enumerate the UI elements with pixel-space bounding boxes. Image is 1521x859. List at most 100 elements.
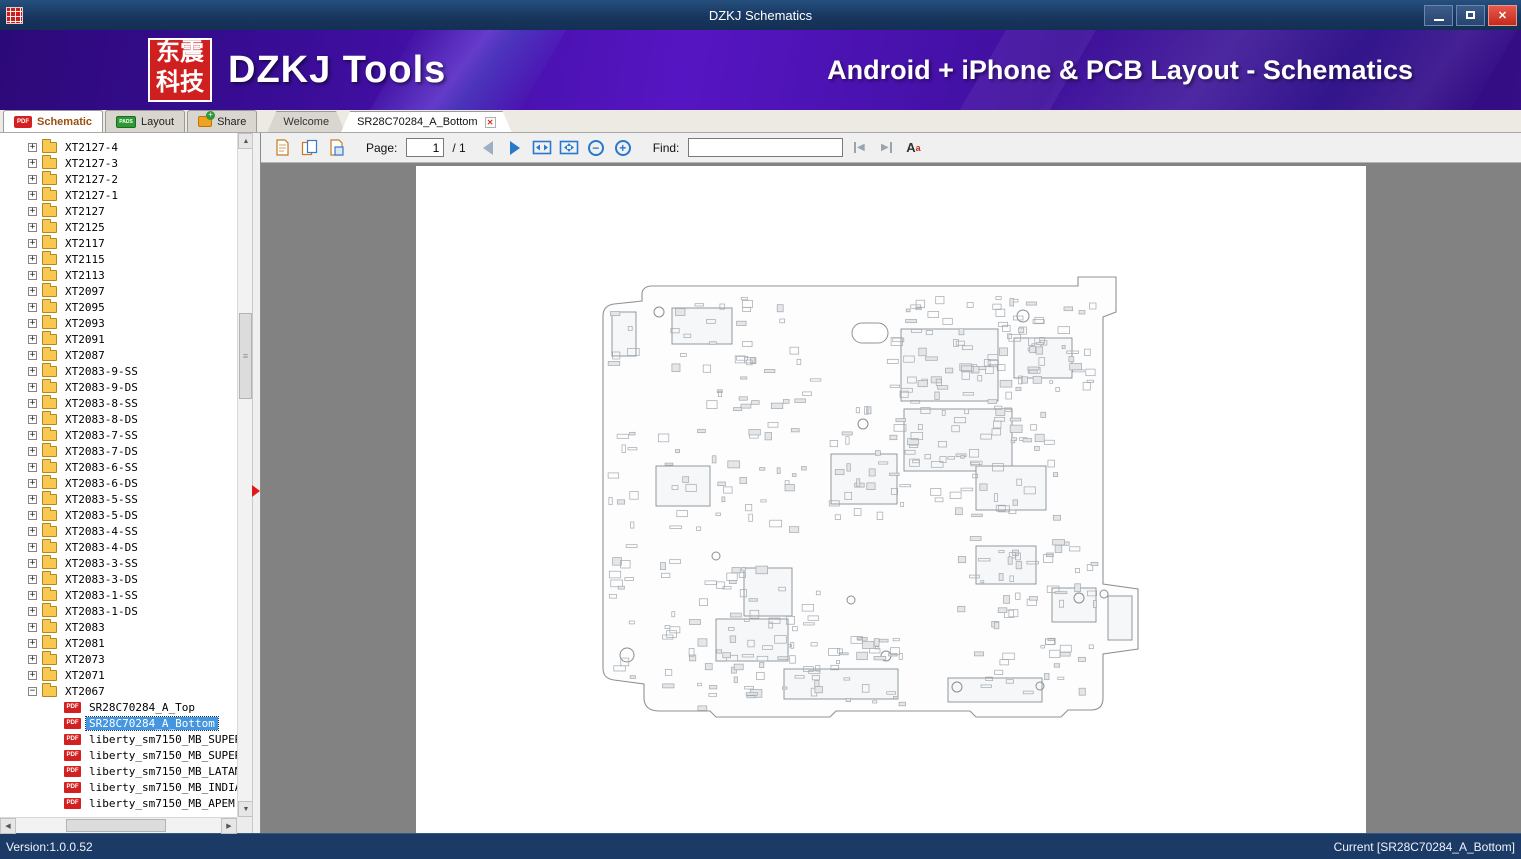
expand-icon[interactable]: + (28, 238, 37, 248)
expand-icon[interactable]: + (28, 606, 37, 616)
tree-folder-XT2127[interactable]: + XT2127 (0, 202, 237, 219)
tree-folder-XT2127-1[interactable]: + XT2127-1 (0, 186, 237, 203)
tree-folder-XT2125[interactable]: + XT2125 (0, 218, 237, 235)
tree-file-liberty_sm7150_MB_INDIA[interactable]: PDF liberty_sm7150_MB_INDIA (0, 779, 237, 795)
pdf-page[interactable] (416, 166, 1366, 833)
multi-page-icon[interactable] (325, 137, 347, 159)
tree-folder-XT2127-4[interactable]: + XT2127-4 (0, 139, 237, 155)
scroll-left-icon[interactable]: ◀ (0, 818, 16, 834)
expand-icon[interactable]: + (28, 622, 37, 632)
tree-folder-XT2083-4-DS[interactable]: + XT2083-4-DS (0, 538, 237, 555)
tree-folder-XT2083-3-DS[interactable]: + XT2083-3-DS (0, 570, 237, 587)
close-button[interactable] (1488, 4, 1517, 26)
tree-folder-XT2113[interactable]: + XT2113 (0, 266, 237, 283)
single-page-icon[interactable] (271, 137, 293, 159)
tree-file-liberty_sm7150_MB_SUPER[interactable]: PDF liberty_sm7150_MB_SUPER (0, 731, 237, 747)
tab-layout[interactable]: PADS Layout (105, 110, 186, 132)
expand-icon[interactable]: + (28, 430, 37, 440)
collapse-icon[interactable]: − (28, 686, 37, 696)
tree-file-liberty_sm7150_MB_APEM[interactable]: PDF liberty_sm7150_MB_APEM (0, 795, 237, 811)
next-page-icon[interactable] (504, 137, 526, 159)
expand-icon[interactable]: + (28, 334, 37, 344)
expand-icon[interactable]: + (28, 158, 37, 168)
expand-icon[interactable]: + (28, 398, 37, 408)
minimize-button[interactable] (1424, 4, 1453, 26)
fit-page-icon[interactable] (558, 137, 580, 159)
facing-pages-icon[interactable] (298, 137, 320, 159)
expand-icon[interactable]: + (28, 478, 37, 488)
panel-splitter[interactable] (252, 133, 260, 833)
tree-folder-XT2083-9-DS[interactable]: + XT2083-9-DS (0, 378, 237, 395)
tree-folder-XT2073[interactable]: + XT2073 (0, 650, 237, 667)
tree-folder-XT2091[interactable]: + XT2091 (0, 330, 237, 347)
tree-horizontal-scrollbar[interactable]: ◀ ▶ (0, 817, 237, 834)
tree-folder-XT2083-9-SS[interactable]: + XT2083-9-SS (0, 362, 237, 379)
expand-icon[interactable]: + (28, 286, 37, 296)
expand-icon[interactable]: + (28, 654, 37, 664)
tree-folder-XT2115[interactable]: + XT2115 (0, 250, 237, 267)
expand-icon[interactable]: + (28, 206, 37, 216)
find-previous-icon[interactable]: ◀ (848, 137, 870, 159)
expand-icon[interactable]: + (28, 366, 37, 376)
tree-folder-XT2083-8-SS[interactable]: + XT2083-8-SS (0, 394, 237, 411)
expand-icon[interactable]: + (28, 270, 37, 280)
expand-icon[interactable]: + (28, 254, 37, 264)
expand-icon[interactable]: + (28, 494, 37, 504)
expand-icon[interactable]: + (28, 174, 37, 184)
tree-folder-XT2127-3[interactable]: + XT2127-3 (0, 154, 237, 171)
expand-icon[interactable]: + (28, 462, 37, 472)
tree-folder-XT2095[interactable]: + XT2095 (0, 298, 237, 315)
tree-folder-XT2097[interactable]: + XT2097 (0, 282, 237, 299)
tree-folder-XT2071[interactable]: + XT2071 (0, 666, 237, 683)
expand-icon[interactable]: + (28, 558, 37, 568)
expand-icon[interactable]: + (28, 590, 37, 600)
expand-icon[interactable]: + (28, 414, 37, 424)
tree-file-liberty_sm7150_MB_SUPER B[interactable]: PDF liberty_sm7150_MB_SUPER B (0, 747, 237, 763)
tab-share[interactable]: Share (187, 110, 258, 132)
tree-folder-XT2083[interactable]: + XT2083 (0, 618, 237, 635)
maximize-button[interactable] (1456, 4, 1485, 26)
tab-schematic[interactable]: PDF Schematic (3, 110, 104, 132)
expand-icon[interactable]: + (28, 222, 37, 232)
tree-file-SR28C70284_A_Bottom[interactable]: PDF SR28C70284_A_Bottom (0, 715, 237, 731)
tree-vscroll-thumb[interactable]: ≡ (239, 313, 252, 399)
tree-folder-XT2083-4-SS[interactable]: + XT2083-4-SS (0, 522, 237, 539)
tree-folder-XT2083-5-DS[interactable]: + XT2083-5-DS (0, 506, 237, 523)
find-next-icon[interactable]: ▶ (875, 137, 897, 159)
expand-icon[interactable]: + (28, 526, 37, 536)
tree-folder-XT2083-5-SS[interactable]: + XT2083-5-SS (0, 490, 237, 507)
tree-folder-XT2083-8-DS[interactable]: + XT2083-8-DS (0, 410, 237, 427)
expand-icon[interactable]: + (28, 542, 37, 552)
tree-hscroll-thumb[interactable] (66, 819, 166, 832)
tree-folder-XT2087[interactable]: + XT2087 (0, 346, 237, 363)
doc-tab-current[interactable]: SR28C70284_A_Bottom (341, 111, 511, 132)
tree-folder-XT2081[interactable]: + XT2081 (0, 634, 237, 651)
find-input[interactable] (688, 138, 844, 157)
match-case-icon[interactable] (902, 137, 924, 159)
expand-icon[interactable]: + (28, 318, 37, 328)
tree-file-liberty_sm7150_MB_LATAM[interactable]: PDF liberty_sm7150_MB_LATAM (0, 763, 237, 779)
zoom-in-icon[interactable]: + (612, 137, 634, 159)
tree-folder-XT2083-6-DS[interactable]: + XT2083-6-DS (0, 474, 237, 491)
zoom-out-icon[interactable]: − (585, 137, 607, 159)
fit-width-icon[interactable] (531, 137, 553, 159)
scroll-right-icon[interactable]: ▶ (221, 818, 237, 834)
tree-folder-XT2083-3-SS[interactable]: + XT2083-3-SS (0, 554, 237, 571)
expand-icon[interactable]: + (28, 190, 37, 200)
tree-folder-XT2083-7-DS[interactable]: + XT2083-7-DS (0, 442, 237, 459)
expand-icon[interactable]: + (28, 142, 37, 152)
doc-tab-welcome[interactable]: Welcome (267, 111, 345, 132)
expand-icon[interactable]: + (28, 382, 37, 392)
expand-icon[interactable]: + (28, 574, 37, 584)
expand-icon[interactable]: + (28, 350, 37, 360)
expand-icon[interactable]: + (28, 510, 37, 520)
tree-vertical-scrollbar[interactable]: ▲ ≡ ▼ (237, 133, 254, 817)
expand-icon[interactable]: + (28, 670, 37, 680)
tree-folder-XT2127-2[interactable]: + XT2127-2 (0, 170, 237, 187)
tree-folder-XT2083-6-SS[interactable]: + XT2083-6-SS (0, 458, 237, 475)
tree-folder-XT2083-1-SS[interactable]: + XT2083-1-SS (0, 586, 237, 603)
expand-icon[interactable]: + (28, 446, 37, 456)
tree-folder-XT2093[interactable]: + XT2093 (0, 314, 237, 331)
splitter-collapse-icon[interactable] (252, 485, 260, 497)
tree-folder-XT2083-7-SS[interactable]: + XT2083-7-SS (0, 426, 237, 443)
